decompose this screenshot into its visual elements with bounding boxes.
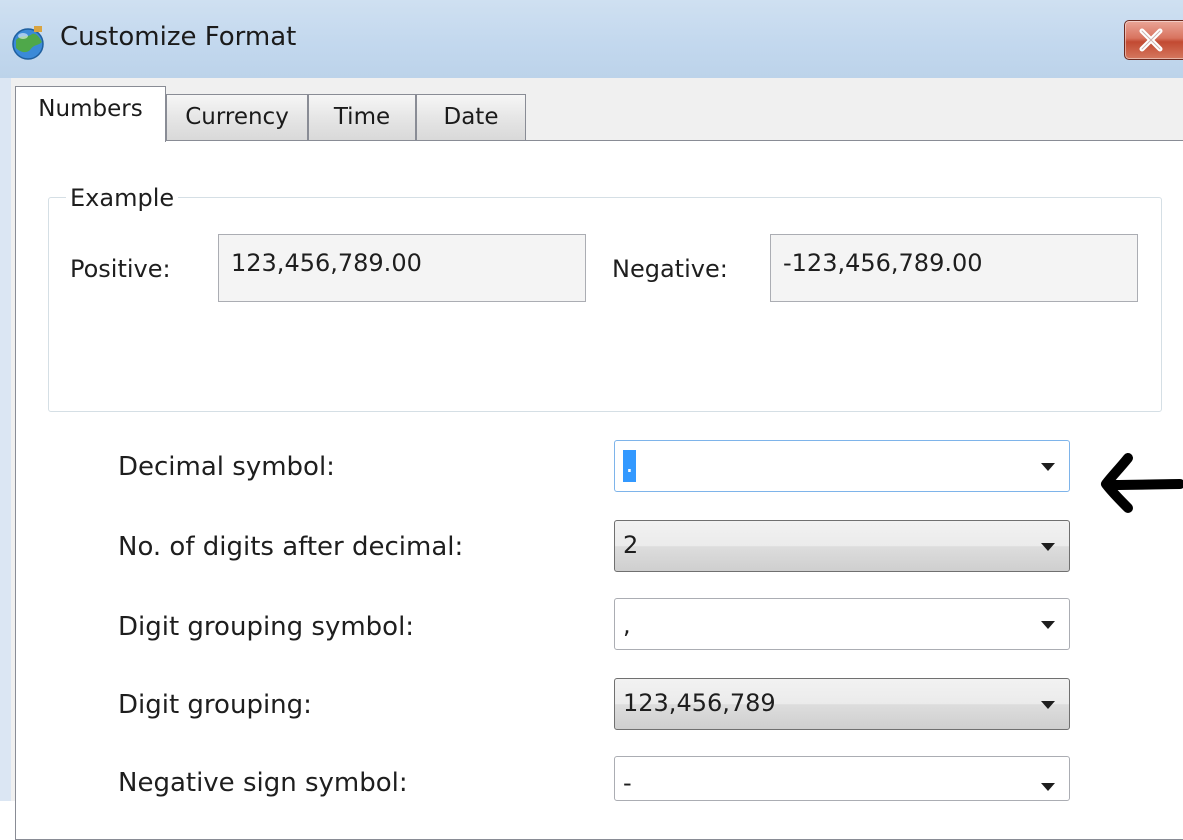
tab-label: Time: [333, 104, 391, 130]
combo-value: 123,456,789: [623, 689, 776, 717]
digit-grouping-label: Digit grouping:: [118, 690, 312, 720]
tab-label: Numbers: [38, 96, 143, 122]
close-button[interactable]: [1124, 20, 1183, 60]
tab-date[interactable]: Date: [416, 94, 526, 140]
digit-grouping-symbol-combo[interactable]: ,: [614, 598, 1070, 650]
globe-icon: [8, 22, 48, 62]
window-title: Customize Format: [60, 22, 297, 52]
digits-after-decimal-label: No. of digits after decimal:: [118, 532, 464, 562]
positive-label: Positive:: [70, 255, 171, 283]
negative-label: Negative:: [612, 255, 728, 283]
negative-sign-symbol-label: Negative sign symbol:: [118, 768, 408, 798]
tab-label: Currency: [185, 104, 289, 130]
arrow-left-icon: [1098, 446, 1183, 520]
example-groupbox: [48, 197, 1162, 412]
decimal-symbol-combo[interactable]: .: [614, 440, 1070, 492]
close-icon: [1139, 28, 1163, 52]
selected-text: .: [623, 450, 636, 482]
negative-example-value: -123,456,789.00: [783, 249, 983, 277]
tab-label: Date: [443, 104, 499, 130]
digit-grouping-symbol-label: Digit grouping symbol:: [118, 612, 415, 642]
positive-example-value: 123,456,789.00: [231, 249, 422, 277]
combo-value: -: [623, 769, 632, 797]
chevron-down-icon[interactable]: [1041, 701, 1055, 709]
chevron-down-icon[interactable]: [1041, 621, 1055, 629]
positive-example-field: 123,456,789.00: [218, 234, 586, 302]
tab-currency[interactable]: Currency: [166, 94, 308, 140]
combo-value: 2: [623, 531, 639, 559]
negative-example-field: -123,456,789.00: [770, 234, 1138, 302]
chevron-down-icon[interactable]: [1041, 463, 1055, 471]
tab-time[interactable]: Time: [308, 94, 416, 140]
title-bar: Customize Format: [0, 0, 1183, 78]
chevron-down-icon[interactable]: [1041, 543, 1055, 551]
digit-grouping-combo[interactable]: 123,456,789: [614, 678, 1070, 730]
negative-sign-symbol-combo[interactable]: -: [614, 756, 1070, 801]
combo-value: ,: [623, 611, 631, 639]
tab-numbers[interactable]: Numbers: [15, 86, 166, 142]
chevron-down-icon[interactable]: [1041, 783, 1055, 791]
window-border: [0, 78, 11, 801]
digits-after-decimal-combo[interactable]: 2: [614, 520, 1070, 572]
decimal-symbol-label: Decimal symbol:: [118, 452, 335, 482]
example-legend: Example: [66, 184, 179, 212]
